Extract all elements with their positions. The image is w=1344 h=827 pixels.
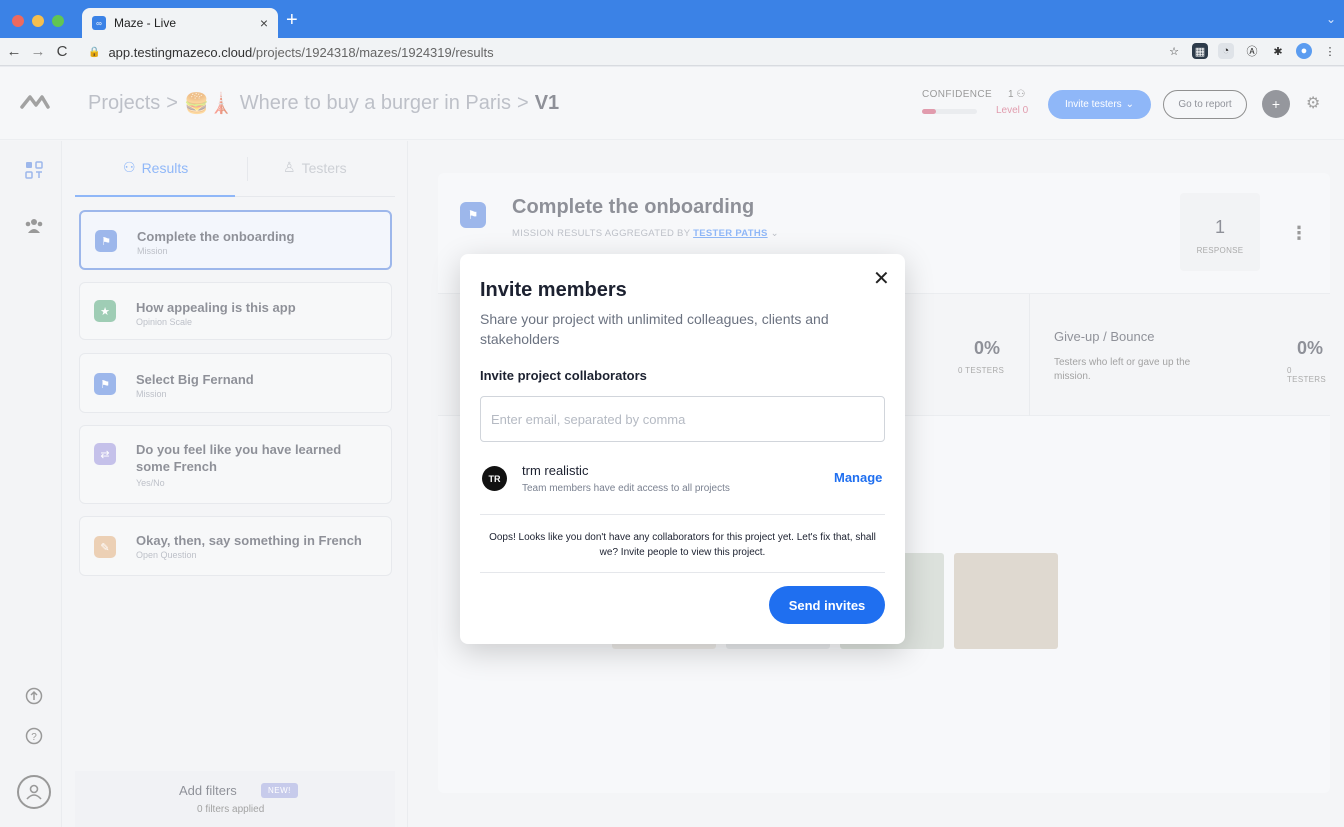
address-bar[interactable]: 🔒 app.testingmazeco.cloud/projects/19243… bbox=[88, 41, 1336, 63]
empty-collaborators-note: Oops! Looks like you don't have any coll… bbox=[489, 532, 876, 558]
modal-title: Invite members bbox=[480, 279, 627, 301]
puzzle-icon[interactable]: ✱ bbox=[1270, 43, 1286, 59]
lock-icon: 🔒 bbox=[88, 46, 101, 58]
extension-icons: ☆ ▦ ◔ Ⓐ ✱ ● ⋮ bbox=[1166, 43, 1338, 59]
bookmark-star-icon[interactable]: ☆ bbox=[1166, 43, 1182, 59]
browser-toolbar: ← → C 🔒 app.testingmazeco.cloud/projects… bbox=[0, 38, 1344, 66]
extension-icon[interactable]: ◔ bbox=[1218, 43, 1234, 59]
collaborators-heading: Invite project collaborators bbox=[480, 368, 647, 383]
send-invites-button[interactable]: Send invites bbox=[769, 586, 885, 624]
browser-tabbar: ∞ Maze - Live × + ⌄ bbox=[0, 0, 1344, 38]
member-description: Team members have edit access to all pro… bbox=[522, 483, 730, 494]
member-name: trm realistic bbox=[522, 463, 589, 478]
new-tab-icon[interactable]: + bbox=[286, 10, 298, 30]
reload-icon[interactable]: C bbox=[52, 43, 72, 60]
minimize-window-dot[interactable] bbox=[32, 15, 44, 27]
tab-title: Maze - Live bbox=[114, 16, 177, 30]
url-host: app.testingmazeco.cloud bbox=[108, 44, 253, 60]
profile-icon[interactable]: ● bbox=[1296, 43, 1312, 59]
browser-tab[interactable]: ∞ Maze - Live × bbox=[82, 8, 278, 38]
back-icon[interactable]: ← bbox=[4, 43, 24, 60]
browser-menu-icon[interactable]: ⋮ bbox=[1322, 43, 1338, 59]
manage-link[interactable]: Manage bbox=[834, 470, 882, 485]
email-field[interactable] bbox=[480, 396, 885, 442]
maze-logo-icon: ∞ bbox=[92, 16, 106, 30]
url-path: /projects/1924318/mazes/1924319/results bbox=[252, 44, 494, 60]
close-tab-icon[interactable]: × bbox=[260, 15, 268, 31]
forward-icon[interactable]: → bbox=[28, 43, 48, 60]
invite-members-modal: ✕ Invite members Share your project with… bbox=[460, 254, 905, 644]
modal-description: Share your project with unlimited collea… bbox=[480, 311, 829, 347]
close-window-dot[interactable] bbox=[12, 15, 24, 27]
tab-list-chevron-icon[interactable]: ⌄ bbox=[1326, 12, 1336, 26]
divider bbox=[480, 572, 885, 573]
close-icon[interactable]: ✕ bbox=[873, 266, 890, 291]
extension-icon[interactable]: Ⓐ bbox=[1244, 43, 1260, 59]
divider bbox=[480, 514, 885, 515]
zoom-window-dot[interactable] bbox=[52, 15, 64, 27]
member-avatar: TR bbox=[482, 466, 507, 491]
extension-icon[interactable]: ▦ bbox=[1192, 43, 1208, 59]
